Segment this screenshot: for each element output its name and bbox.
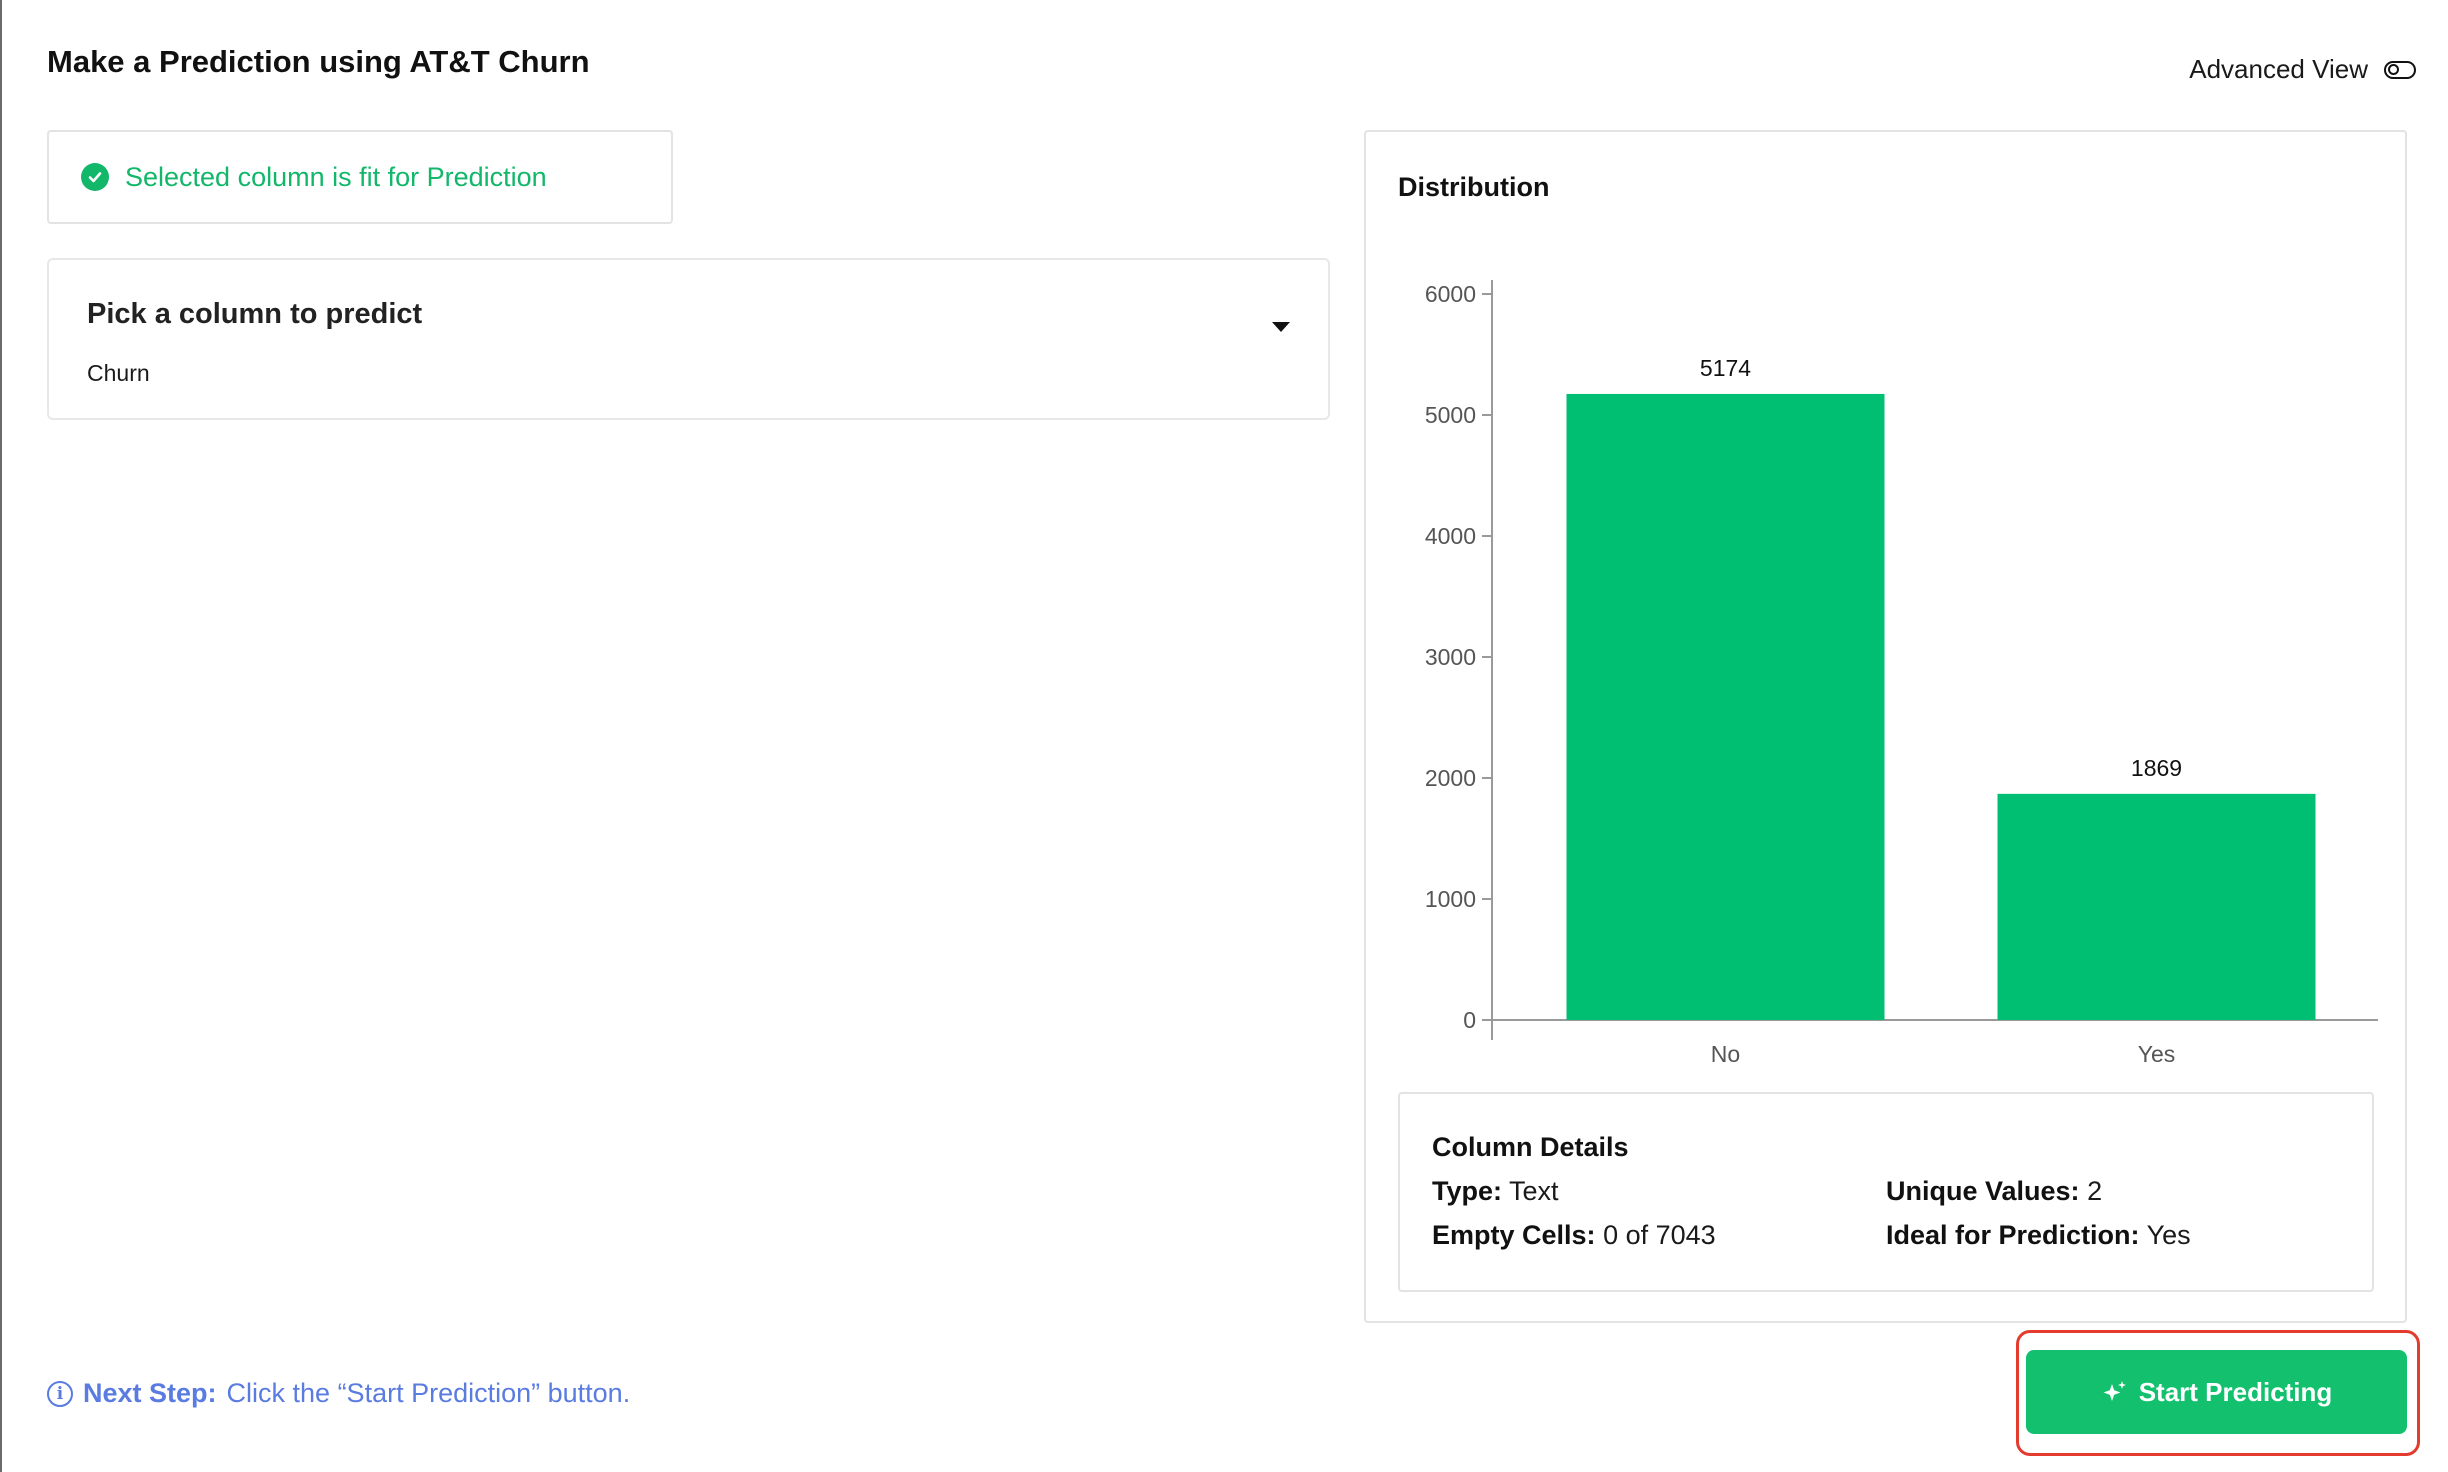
prediction-fit-status: Selected column is fit for Prediction <box>47 130 673 224</box>
check-circle-icon <box>81 163 109 191</box>
detail-empty-value: 0 of 7043 <box>1603 1220 1716 1250</box>
y-tick-label: 4000 <box>1425 523 1476 549</box>
detail-ideal: Ideal for Prediction: Yes <box>1886 1220 2191 1251</box>
fit-status-text: Selected column is fit for Prediction <box>125 161 547 192</box>
y-tick-label: 6000 <box>1425 281 1476 307</box>
next-step-hint: i Next Step: Click the “Start Prediction… <box>47 1378 630 1409</box>
detail-empty-cells: Empty Cells: 0 of 7043 <box>1432 1220 1716 1251</box>
detail-empty-label: Empty Cells: <box>1432 1220 1596 1250</box>
detail-unique-label: Unique Values: <box>1886 1176 2080 1206</box>
column-picker-selected[interactable]: Churn <box>87 360 150 387</box>
toggle-switch-icon[interactable] <box>2384 60 2416 79</box>
bar-value-label: 1869 <box>2131 755 2182 781</box>
detail-type-value: Text <box>1509 1176 1559 1206</box>
advanced-view-toggle[interactable]: Advanced View <box>2189 54 2416 85</box>
info-icon: i <box>47 1380 73 1407</box>
detail-type-label: Type: <box>1432 1176 1503 1206</box>
y-tick-label: 0 <box>1463 1007 1476 1033</box>
detail-type: Type: Text <box>1432 1176 1559 1207</box>
page-title: Make a Prediction using AT&T Churn <box>47 44 590 79</box>
y-tick-label: 2000 <box>1425 765 1476 791</box>
y-tick-label: 5000 <box>1425 402 1476 428</box>
y-tick-label: 3000 <box>1425 644 1476 670</box>
detail-ideal-value: Yes <box>2146 1220 2191 1250</box>
bar-no <box>1566 393 1885 1020</box>
column-details-title: Column Details <box>1432 1132 1629 1162</box>
column-details: Column Details Type: Text Empty Cells: 0… <box>1398 1092 2374 1292</box>
x-tick-label: Yes <box>2138 1041 2176 1067</box>
column-picker[interactable]: Pick a column to predict Churn <box>47 258 1330 420</box>
detail-unique-values: Unique Values: 2 <box>1886 1176 2102 1207</box>
column-picker-label: Pick a column to predict <box>87 298 423 330</box>
x-tick-label: No <box>1711 1041 1740 1067</box>
toggle-knob <box>2388 63 2399 75</box>
bar-yes <box>1997 793 2316 1020</box>
next-step-text: Click the “Start Prediction” button. <box>226 1378 631 1408</box>
caret-down-icon[interactable] <box>1272 322 1290 332</box>
detail-unique-value: 2 <box>2087 1176 2103 1206</box>
y-tick-label: 1000 <box>1425 886 1476 912</box>
next-step-label: Next Step: <box>83 1378 217 1408</box>
start-predicting-button[interactable]: Start Predicting <box>2026 1350 2407 1434</box>
sparkle-icon <box>2103 1381 2126 1401</box>
bar-value-label: 5174 <box>1700 355 1751 381</box>
distribution-panel: Distribution 0 1000 2000 3000 4000 5000 6000 51… <box>1364 130 2407 1323</box>
start-predicting-label: Start Predicting <box>2138 1376 2333 1407</box>
detail-ideal-label: Ideal for Prediction: <box>1886 1220 2140 1250</box>
distribution-chart: 0 1000 2000 3000 4000 5000 6000 5174 No 1869 Yes <box>1425 280 2378 1067</box>
window-edge <box>0 0 2 1472</box>
advanced-view-label: Advanced View <box>2189 54 2368 84</box>
